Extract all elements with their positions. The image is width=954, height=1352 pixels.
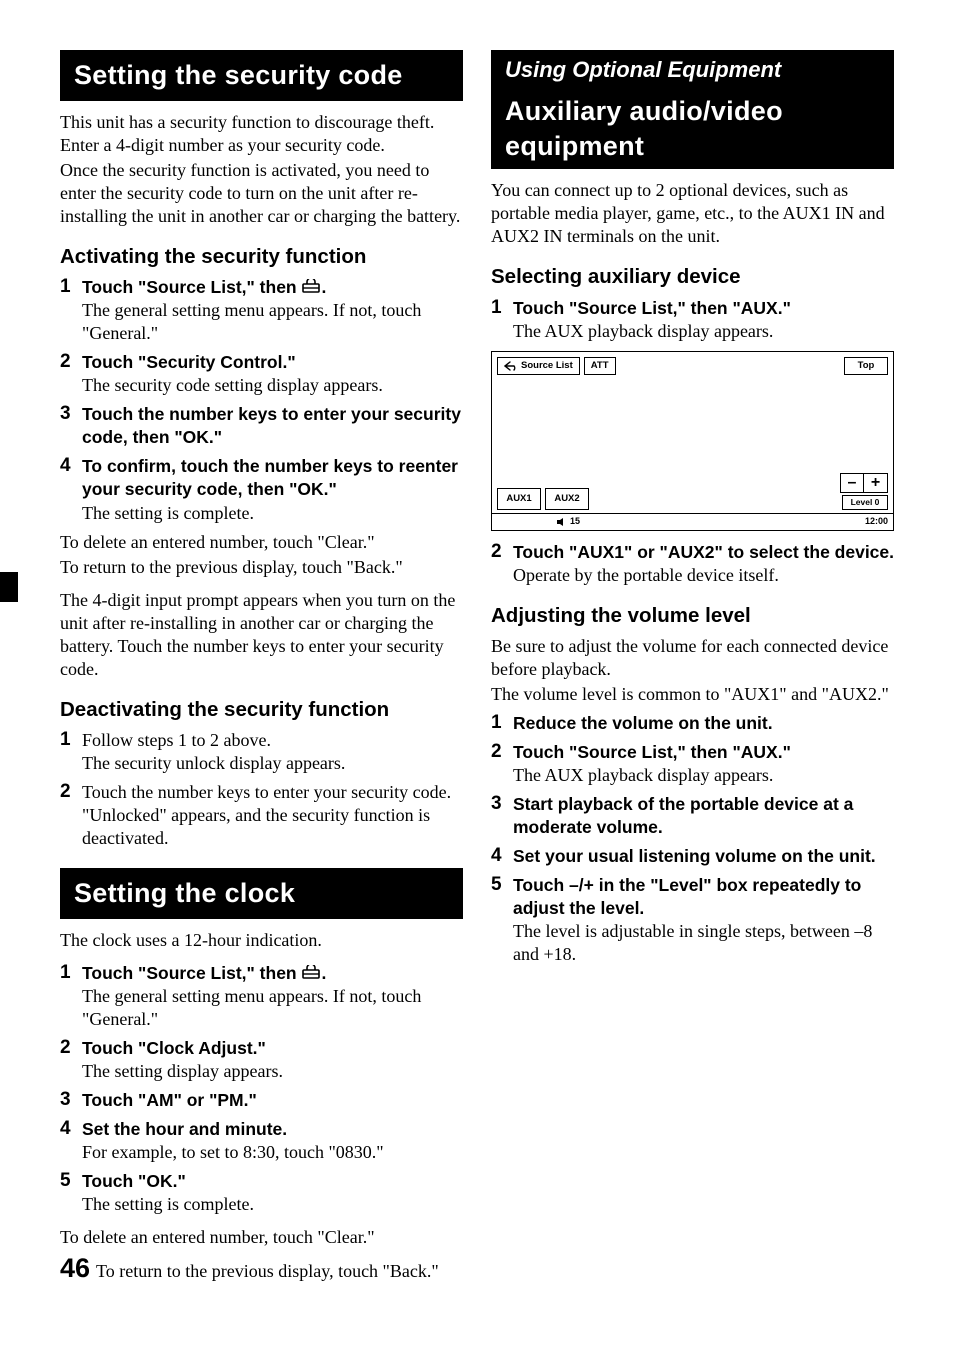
step-desc: For example, to set to 8:30, touch "0830… [82, 1142, 384, 1162]
att-chip: ATT [584, 357, 616, 375]
step-desc: The general setting menu appears. If not… [82, 986, 421, 1029]
subheading-activate: Activating the security function [60, 244, 463, 270]
source-list-chip: Source List [497, 357, 580, 375]
step-desc: The AUX playback display appears. [513, 321, 773, 341]
step-title: Touch "Source List," then [82, 963, 301, 983]
step-4: 4 To confirm, touch the number keys to r… [60, 455, 463, 524]
page-number: 46 [60, 1251, 90, 1286]
step-title: Start playback of the portable device at… [513, 794, 853, 837]
aux1-chip: AUX1 [497, 488, 541, 510]
step-3: 3 Touch "AM" or "PM." [60, 1089, 463, 1112]
paragraph: To return to the previous display, touch… [96, 1260, 439, 1283]
step-desc: The AUX playback display appears. [513, 765, 773, 785]
subheading-deactivate: Deactivating the security function [60, 697, 463, 723]
paragraph: You can connect up to 2 optional devices… [491, 179, 894, 248]
paragraph: Once the security function is activated,… [60, 159, 463, 228]
step-desc: Operate by the portable device itself. [513, 565, 779, 585]
step-desc: The setting is complete. [82, 1194, 254, 1214]
step-title: Reduce the volume on the unit. [513, 713, 773, 733]
top-chip: Top [844, 357, 888, 375]
back-arrow-icon [504, 361, 518, 371]
step-3: 3 Touch the number keys to enter your se… [60, 403, 463, 449]
section-heading-aux: Auxiliary audio/video equipment [491, 90, 894, 169]
step-1: 1 Reduce the volume on the unit. [491, 712, 894, 735]
step-title: Touch "Source List," then "AUX." [513, 742, 791, 762]
subheading-select-aux: Selecting auxiliary device [491, 264, 894, 290]
step-desc: The security unlock display appears. [82, 753, 345, 773]
right-column: Using Optional Equipment Auxiliary audio… [491, 50, 894, 1286]
paragraph: To delete an entered number, touch "Clea… [60, 531, 463, 554]
step-title: Set the hour and minute. [82, 1119, 287, 1139]
step-title: Touch "Clock Adjust." [82, 1038, 266, 1058]
section-heading-security: Setting the security code [60, 50, 463, 101]
step-title: Set your usual listening volume on the u… [513, 846, 876, 866]
step-1: 1 Follow steps 1 to 2 above. The securit… [60, 729, 463, 775]
level-minus-btn: – [840, 473, 864, 493]
paragraph: The volume level is common to "AUX1" and… [491, 683, 894, 706]
step-1: 1 Touch "Source List," then "AUX." The A… [491, 297, 894, 343]
step-4: 4 Set the hour and minute. For example, … [60, 1118, 463, 1164]
toolbox-icon [301, 963, 321, 985]
step-desc: The general setting menu appears. If not… [82, 300, 421, 343]
clock-value: 12:00 [865, 516, 888, 528]
section-heading-clock: Setting the clock [60, 868, 463, 919]
step-desc: Follow steps 1 to 2 above. [82, 730, 271, 750]
step-desc: "Unlocked" appears, and the security fun… [82, 805, 430, 848]
step-title: Touch "Security Control." [82, 352, 296, 372]
section-supertitle: Using Optional Equipment [491, 50, 894, 90]
step-2: 2 Touch the number keys to enter your se… [60, 781, 463, 850]
volume-value: 15 [570, 516, 580, 528]
step-title: Touch "Source List," then "AUX." [513, 298, 791, 318]
subheading-adjust-volume: Adjusting the volume level [491, 603, 894, 629]
step-title: Touch –/+ in the "Level" box repeatedly … [513, 875, 861, 918]
aux2-chip: AUX2 [545, 488, 589, 510]
step-5: 5 Touch –/+ in the "Level" box repeatedl… [491, 874, 894, 966]
step-2: 2 Touch "AUX1" or "AUX2" to select the d… [491, 541, 894, 587]
step-title: To confirm, touch the number keys to ree… [82, 456, 458, 499]
step-4: 4 Set your usual listening volume on the… [491, 845, 894, 868]
edge-tab [0, 572, 18, 602]
step-3: 3 Start playback of the portable device … [491, 793, 894, 839]
paragraph: The 4-digit input prompt appears when yo… [60, 589, 463, 681]
step-desc: The setting is complete. [82, 503, 254, 523]
paragraph: The clock uses a 12-hour indication. [60, 929, 463, 952]
step-desc: Touch the number keys to enter your secu… [82, 782, 451, 802]
aux-display-figure: Source List ATT Top AUX1 AUX2 – + Level … [491, 351, 894, 531]
paragraph: To return to the previous display, touch… [60, 556, 463, 579]
step-title: Touch "Source List," then [82, 277, 301, 297]
paragraph: Be sure to adjust the volume for each co… [491, 635, 894, 681]
step-2: 2 Touch "Source List," then "AUX." The A… [491, 741, 894, 787]
paragraph: To delete an entered number, touch "Clea… [60, 1226, 463, 1249]
step-title: Touch "OK." [82, 1171, 186, 1191]
step-2: 2 Touch "Clock Adjust." The setting disp… [60, 1037, 463, 1083]
step-1: 1 Touch "Source List," then . The genera… [60, 276, 463, 345]
step-2: 2 Touch "Security Control." The security… [60, 351, 463, 397]
step-title: Touch "AM" or "PM." [82, 1090, 257, 1110]
chip-label: Source List [521, 360, 573, 372]
paragraph: This unit has a security function to dis… [60, 111, 463, 157]
step-title: Touch "AUX1" or "AUX2" to select the dev… [513, 542, 894, 562]
step-5: 5 Touch "OK." The setting is complete. [60, 1170, 463, 1216]
toolbox-icon [301, 277, 321, 299]
step-desc: The level is adjustable in single steps,… [513, 921, 872, 964]
step-title: Touch the number keys to enter your secu… [82, 404, 461, 447]
step-desc: The security code setting display appear… [82, 375, 383, 395]
volume-icon [557, 518, 567, 526]
left-column: Setting the security code This unit has … [60, 50, 463, 1286]
step-desc: The setting display appears. [82, 1061, 283, 1081]
level-plus-btn: + [864, 473, 888, 493]
step-1: 1 Touch "Source List," then . The genera… [60, 962, 463, 1031]
level-readout: Level 0 [842, 495, 888, 510]
